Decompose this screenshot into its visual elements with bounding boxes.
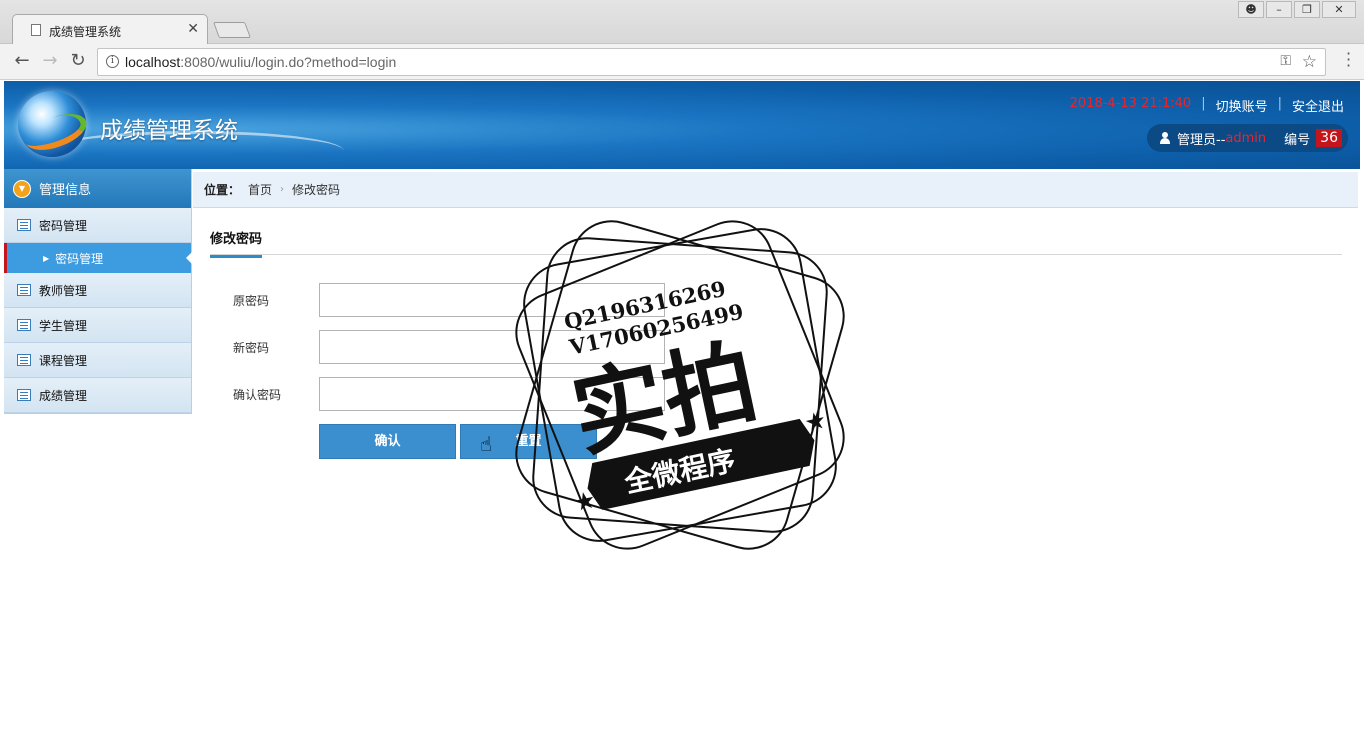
main-content: 修改密码 原密码 新密码 确认密码 确认 重置 [193, 209, 1358, 725]
sidebar-item-student[interactable]: 学生管理 [4, 308, 191, 343]
key-icon[interactable]: ⚿ [1280, 53, 1291, 69]
new-password-row: 新密码 [233, 330, 665, 364]
datetime: 2018-4-13 21:1:40 [1069, 96, 1192, 111]
username: admin [1225, 130, 1267, 146]
new-password-label: 新密码 [233, 340, 270, 355]
confirm-password-label: 确认密码 [233, 387, 282, 402]
app-header: 成绩管理系统 2018-4-13 21:1:40 | 切换账号 | 安全退出 管… [4, 81, 1360, 169]
confirm-password-input[interactable] [319, 377, 665, 411]
sidebar-header[interactable]: ▼ 管理信息 [4, 169, 191, 208]
browser-toolbar: ← → ↻ i localhost:8080/wuliu/login.do?me… [0, 44, 1364, 80]
bookmark-star-icon[interactable]: ☆ [1302, 52, 1317, 72]
breadcrumb-label: 位置： [204, 183, 241, 197]
id-label: 编号 [1284, 132, 1311, 148]
header-links: 2018-4-13 21:1:40 | 切换账号 | 安全退出 [1069, 96, 1344, 115]
sidebar: ▼ 管理信息 密码管理 ▶ 密码管理 教师管理 学生管理 课程管理 成绩管理 [4, 169, 192, 414]
sidebar-item-label: 教师管理 [39, 283, 88, 298]
system-title: 成绩管理系统 [100, 118, 238, 144]
sidebar-header-label: 管理信息 [39, 183, 92, 198]
close-window-button[interactable]: ✕ [1322, 1, 1356, 18]
browser-tab[interactable]: 成绩管理系统 ✕ [12, 14, 208, 45]
old-password-input[interactable] [319, 283, 665, 317]
confirm-button[interactable]: 确认 [319, 424, 456, 459]
back-arrow-icon[interactable]: ← [10, 50, 34, 74]
profile-icon[interactable]: ☻ [1238, 1, 1264, 18]
window-controls: ☻ – ❐ ✕ [1238, 1, 1356, 18]
breadcrumb-home[interactable]: 首页 [248, 181, 272, 198]
info-icon[interactable]: i [106, 55, 119, 68]
sidebar-item-password[interactable]: 密码管理 [4, 208, 191, 243]
browser-titlebar: 成绩管理系统 ✕ ☻ – ❐ ✕ [0, 0, 1364, 45]
switch-account-link[interactable]: 切换账号 [1216, 96, 1268, 115]
document-icon [31, 24, 41, 36]
sidebar-subitem-password[interactable]: ▶ 密码管理 [4, 243, 192, 273]
list-icon [17, 389, 31, 401]
address-bar[interactable]: i localhost:8080/wuliu/login.do?method=l… [97, 48, 1326, 76]
logout-link[interactable]: 安全退出 [1292, 96, 1344, 115]
new-tab-button[interactable] [213, 22, 251, 38]
tab-title: 成绩管理系统 [49, 25, 122, 39]
breadcrumb-current: 修改密码 [292, 183, 341, 197]
new-password-input[interactable] [319, 330, 665, 364]
user-info: 管理员-- admin 编号 36 [1147, 124, 1348, 152]
sidebar-item-label: 密码管理 [39, 218, 88, 233]
old-password-label: 原密码 [233, 293, 270, 308]
list-icon [17, 219, 31, 231]
user-prefix: 管理员-- [1177, 132, 1226, 148]
sidebar-item-course[interactable]: 课程管理 [4, 343, 191, 378]
sidebar-item-label: 课程管理 [39, 353, 88, 368]
sidebar-item-teacher[interactable]: 教师管理 [4, 273, 191, 308]
user-icon [1159, 132, 1171, 144]
forward-arrow-icon[interactable]: → [38, 50, 62, 74]
list-icon [17, 284, 31, 296]
id-badge: 36 [1316, 129, 1342, 147]
old-password-row: 原密码 [233, 283, 665, 317]
triangle-right-icon: ▶ [43, 253, 50, 263]
restore-button[interactable]: ❐ [1294, 1, 1320, 18]
reload-icon[interactable]: ↻ [66, 50, 90, 74]
list-icon [17, 354, 31, 366]
breadcrumb-arrow-icon: › [280, 184, 285, 195]
collapse-circle-icon: ▼ [13, 179, 31, 198]
sidebar-item-label: 成绩管理 [39, 388, 88, 403]
reset-button[interactable]: 重置 [460, 424, 597, 459]
minimize-button[interactable]: – [1266, 1, 1292, 18]
sidebar-item-label: 学生管理 [39, 318, 88, 333]
section-divider [210, 254, 1342, 255]
list-icon [17, 319, 31, 331]
confirm-password-row: 确认密码 [233, 377, 665, 411]
sidebar-subitem-label: 密码管理 [55, 251, 104, 266]
browser-menu-icon[interactable]: · · · [1346, 46, 1351, 74]
sidebar-item-grade[interactable]: 成绩管理 [4, 378, 191, 413]
close-tab-icon[interactable]: ✕ [187, 21, 199, 37]
breadcrumb: 位置： 首页 › 修改密码 [193, 172, 1358, 208]
url-text[interactable]: localhost:8080/wuliu/login.do?method=log… [125, 54, 396, 70]
